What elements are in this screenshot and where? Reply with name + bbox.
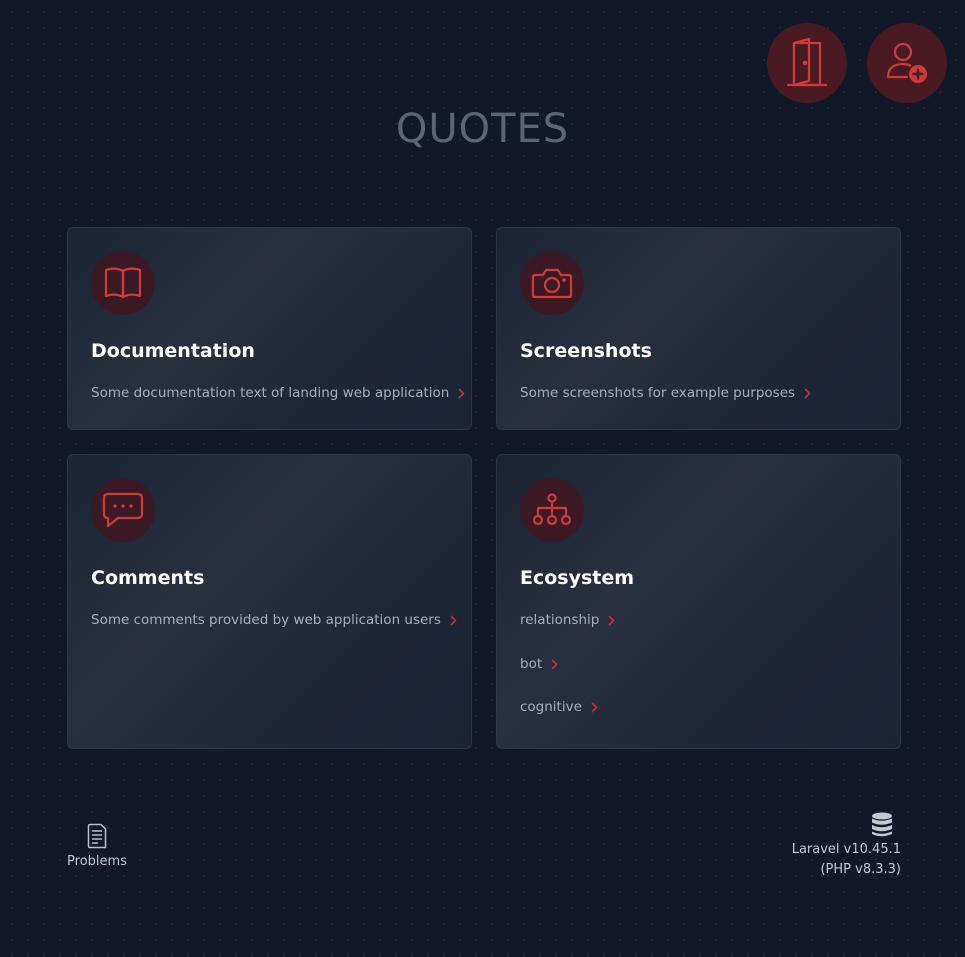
chevron-right-icon xyxy=(804,388,811,399)
chevron-right-icon xyxy=(551,659,558,670)
card-title: Comments xyxy=(91,567,205,589)
php-version: (PHP v8.3.3) xyxy=(820,862,901,877)
card-link[interactable]: bot xyxy=(520,656,558,672)
card-documentation: Documentation Some documentation text of… xyxy=(67,227,472,430)
card-link[interactable]: Some documentation text of landing web a… xyxy=(91,385,465,401)
database-icon xyxy=(792,812,901,838)
register-button[interactable] xyxy=(867,23,947,103)
card-link[interactable]: Some screenshots for example purposes xyxy=(520,385,811,401)
card-link-label: bot xyxy=(520,656,543,672)
card-link-label: Some comments provided by web applicatio… xyxy=(91,612,441,628)
chevron-right-icon xyxy=(458,388,465,399)
card-link[interactable]: Some comments provided by web applicatio… xyxy=(91,612,457,628)
chevron-right-icon xyxy=(608,615,615,626)
door-icon xyxy=(786,37,828,87)
card-comments: Comments Some comments provided by web a… xyxy=(67,454,472,749)
logout-button[interactable] xyxy=(767,23,847,103)
card-ecosystem: Ecosystem relationship bot cognitive xyxy=(496,454,901,749)
problems-label: Problems xyxy=(67,854,127,869)
chevron-right-icon xyxy=(591,702,598,713)
card-link[interactable]: relationship xyxy=(520,612,615,628)
chevron-right-icon xyxy=(450,615,457,626)
book-icon xyxy=(91,251,155,315)
network-icon xyxy=(520,478,584,542)
problems-link[interactable]: Problems xyxy=(66,823,128,869)
card-link-label: Some screenshots for example purposes xyxy=(520,385,796,401)
page-title: QUOTES xyxy=(395,106,570,152)
card-link-label: cognitive xyxy=(520,699,582,715)
version-info: Laravel v10.45.1 (PHP v8.3.3) xyxy=(792,812,901,880)
chat-icon xyxy=(91,478,155,542)
laravel-version: Laravel v10.45.1 xyxy=(791,842,901,857)
card-link-label: Some documentation text of landing web a… xyxy=(91,385,450,401)
card-link[interactable]: cognitive xyxy=(520,699,598,715)
document-icon xyxy=(87,823,107,849)
card-title: Ecosystem xyxy=(520,567,635,589)
card-title: Screenshots xyxy=(520,340,652,362)
card-title: Documentation xyxy=(91,340,255,362)
user-plus-icon xyxy=(886,42,927,83)
card-link-label: relationship xyxy=(520,612,600,628)
camera-icon xyxy=(520,251,584,315)
card-screenshots: Screenshots Some screenshots for example… xyxy=(496,227,901,430)
